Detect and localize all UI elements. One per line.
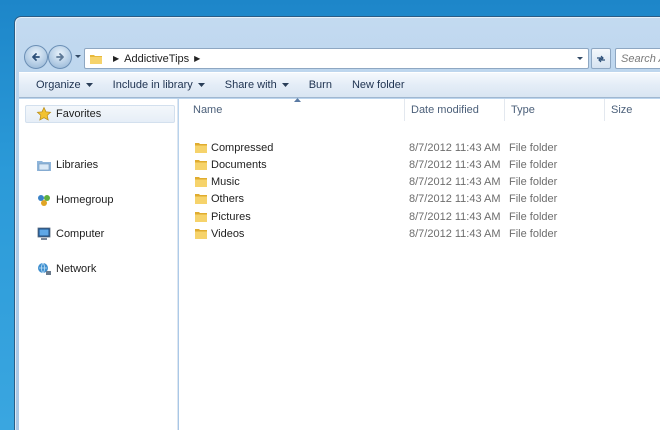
folder-icon [195,160,207,170]
forward-arrow-icon [56,53,64,61]
new-folder-button[interactable]: New folder [342,74,415,96]
chevron-down-icon [197,82,205,87]
column-label-type: Type [511,104,535,116]
search-box[interactable] [615,48,660,69]
forward-button[interactable] [48,45,72,69]
file-date: 8/7/2012 11:43 AM [409,228,501,240]
search-input[interactable] [621,52,660,65]
table-row[interactable]: Others 8/7/2012 11:43 AM File folder [179,191,660,208]
burn-label: Burn [308,79,332,91]
nav-label-computer: Computer [56,228,105,240]
file-date: 8/7/2012 11:43 AM [409,211,501,223]
nav-item-network[interactable]: Network [36,260,96,278]
file-type: File folder [509,176,558,188]
address-dropdown-icon[interactable] [576,55,584,63]
table-row[interactable]: Pictures 8/7/2012 11:43 AM File folder [179,209,660,226]
folder-icon [195,212,207,222]
file-name: Others [211,193,245,205]
burn-button[interactable]: Burn [299,74,342,96]
chevron-down-icon [85,82,93,87]
include-in-library-label: Include in library [112,79,193,91]
column-label-date-modified: Date modified [411,104,479,116]
table-row[interactable]: Music 8/7/2012 11:43 AM File folder [179,174,660,191]
folder-icon [90,54,102,64]
file-list: Name Date modified Type Size Compressed … [179,98,660,430]
table-row[interactable]: Documents 8/7/2012 11:43 AM File folder [179,157,660,174]
file-type: File folder [509,159,558,171]
breadcrumb-current[interactable]: AddictiveTips [124,53,189,65]
chevron-down-icon [281,82,289,87]
back-button[interactable] [24,45,48,69]
include-in-library-button[interactable]: Include in library [103,74,215,96]
column-label-name: Name [193,104,223,116]
nav-label-homegroup: Homegroup [56,194,114,206]
column-header-name[interactable]: Name [187,99,405,121]
homegroup-icon [38,195,50,206]
folder-icon [195,229,207,239]
file-date: 8/7/2012 11:43 AM [409,176,501,188]
file-name: Documents [211,159,267,171]
network-icon [38,262,51,275]
refresh-button[interactable] [591,48,611,69]
file-name: Pictures [211,211,251,223]
file-date: 8/7/2012 11:43 AM [409,193,501,205]
star-icon [36,106,52,121]
new-folder-label: New folder [351,79,405,91]
file-date: 8/7/2012 11:43 AM [409,159,501,171]
column-header-size[interactable]: Size [605,99,660,121]
nav-label-libraries: Libraries [56,159,99,171]
column-label-size: Size [611,104,633,116]
back-arrow-icon [32,53,40,61]
command-bar: Organize Include in library Share with B… [19,72,660,98]
nav-item-homegroup[interactable]: Homegroup [36,191,113,209]
file-name: Videos [211,228,245,240]
breadcrumb-separator-icon[interactable]: ▶ [194,54,200,63]
file-type: File folder [509,193,558,205]
address-row: ▶ AddictiveTips ▶ [21,42,660,72]
table-row[interactable]: Videos 8/7/2012 11:43 AM File folder [179,226,660,243]
nav-label-network: Network [56,263,97,275]
file-type: File folder [509,211,558,223]
navigation-pane: Favorites Libraries Homegroup Computer N… [19,99,178,430]
column-header-type[interactable]: Type [505,99,605,121]
folder-icon [195,177,207,187]
breadcrumb-separator-icon[interactable]: ▶ [113,54,119,63]
library-icon [37,161,51,171]
nav-item-libraries[interactable]: Libraries [36,156,98,174]
computer-icon [37,227,51,240]
organize-label: Organize [36,79,81,91]
file-type: File folder [509,228,558,240]
share-with-button[interactable]: Share with [215,74,299,96]
share-with-label: Share with [224,79,277,91]
column-header-date-modified[interactable]: Date modified [405,99,505,121]
file-name: Music [211,176,240,188]
address-bar[interactable]: ▶ AddictiveTips ▶ [84,48,589,69]
history-dropdown-icon[interactable] [74,53,82,61]
nav-item-computer[interactable]: Computer [36,225,104,243]
nav-item-favorites[interactable]: Favorites [36,105,101,123]
file-type: File folder [509,142,558,154]
table-row[interactable]: Compressed 8/7/2012 11:43 AM File folder [179,140,660,157]
explorer-window: ▶ AddictiveTips ▶ Organize Include in li… [14,16,660,430]
file-name: Compressed [211,142,274,154]
file-date: 8/7/2012 11:43 AM [409,142,501,154]
folder-icon [195,194,207,204]
folder-icon [195,143,207,153]
refresh-icon [597,55,605,62]
organize-button[interactable]: Organize [26,74,103,96]
nav-label-favorites: Favorites [56,108,102,120]
